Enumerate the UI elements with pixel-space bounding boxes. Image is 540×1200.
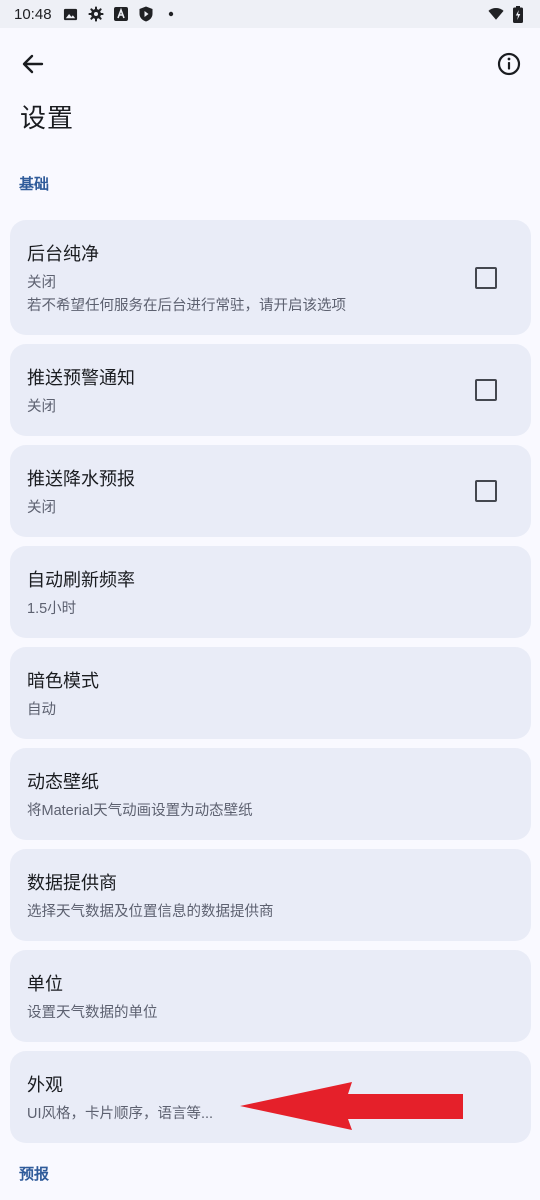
setting-title: 后台纯净 [27,244,99,265]
status-right [488,5,526,23]
play-shield-icon [138,6,154,22]
setting-title: 数据提供商 [27,873,117,894]
setting-summary: 关闭 [27,275,56,291]
setting-summary: 设置天气数据的单位 [27,1005,158,1021]
setting-title: 推送预警通知 [27,368,135,389]
setting-background-clean[interactable]: 后台纯净 关闭 若不希望任何服务在后台进行常驻，请开启该选项 [10,220,531,335]
wifi-icon [488,6,504,22]
push-alert-checkbox[interactable] [475,379,497,401]
image-icon [63,6,79,22]
info-icon [497,52,521,76]
setting-summary: 自动 [27,702,56,718]
setting-title: 暗色模式 [27,671,99,692]
back-button[interactable] [14,46,52,82]
section-header-basic: 基础 [19,175,50,193]
setting-summary: 关闭 [27,399,56,415]
setting-refresh-rate[interactable]: 自动刷新频率 1.5小时 [10,546,531,638]
setting-title: 动态壁纸 [27,772,99,793]
setting-summary: 关闭 [27,500,56,516]
gear-icon [88,6,104,22]
setting-summary: 1.5小时 [27,601,77,617]
push-precipitation-checkbox[interactable] [475,480,497,502]
setting-data-provider[interactable]: 数据提供商 选择天气数据及位置信息的数据提供商 [10,849,531,941]
settings-screen: 10:48 设置 基础 后台纯净 关闭 若不希望任何服务在后台进行常驻，请开启该… [0,0,540,1200]
setting-summary: 将Material天气动画设置为动态壁纸 [27,803,253,819]
section-header-forecast: 预报 [19,1165,50,1183]
setting-units[interactable]: 单位 设置天气数据的单位 [10,950,531,1042]
setting-live-wallpaper[interactable]: 动态壁纸 将Material天气动画设置为动态壁纸 [10,748,531,840]
status-bar: 10:48 [0,0,540,28]
info-button[interactable] [490,46,528,82]
setting-push-alert[interactable]: 推送预警通知 关闭 [10,344,531,436]
setting-title: 推送降水预报 [27,469,135,490]
notification-dot-icon [163,6,179,22]
arrow-back-icon [22,54,44,74]
setting-title: 自动刷新频率 [27,570,135,591]
status-left: 10:48 [14,6,179,23]
setting-summary: UI风格，卡片顺序，语言等... [27,1106,214,1122]
battery-charging-icon [510,5,526,23]
setting-description: 若不希望任何服务在后台进行常驻，请开启该选项 [27,298,346,314]
setting-title: 单位 [27,974,63,995]
setting-push-precipitation[interactable]: 推送降水预报 关闭 [10,445,531,537]
background-clean-checkbox[interactable] [475,267,497,289]
setting-summary: 选择天气数据及位置信息的数据提供商 [27,904,274,920]
status-time: 10:48 [14,5,52,23]
setting-dark-mode[interactable]: 暗色模式 自动 [10,647,531,739]
setting-title: 外观 [27,1075,63,1096]
setting-appearance[interactable]: 外观 UI风格，卡片顺序，语言等... [10,1051,531,1143]
letter-a-icon [113,6,129,22]
page-title: 设置 [20,104,75,134]
